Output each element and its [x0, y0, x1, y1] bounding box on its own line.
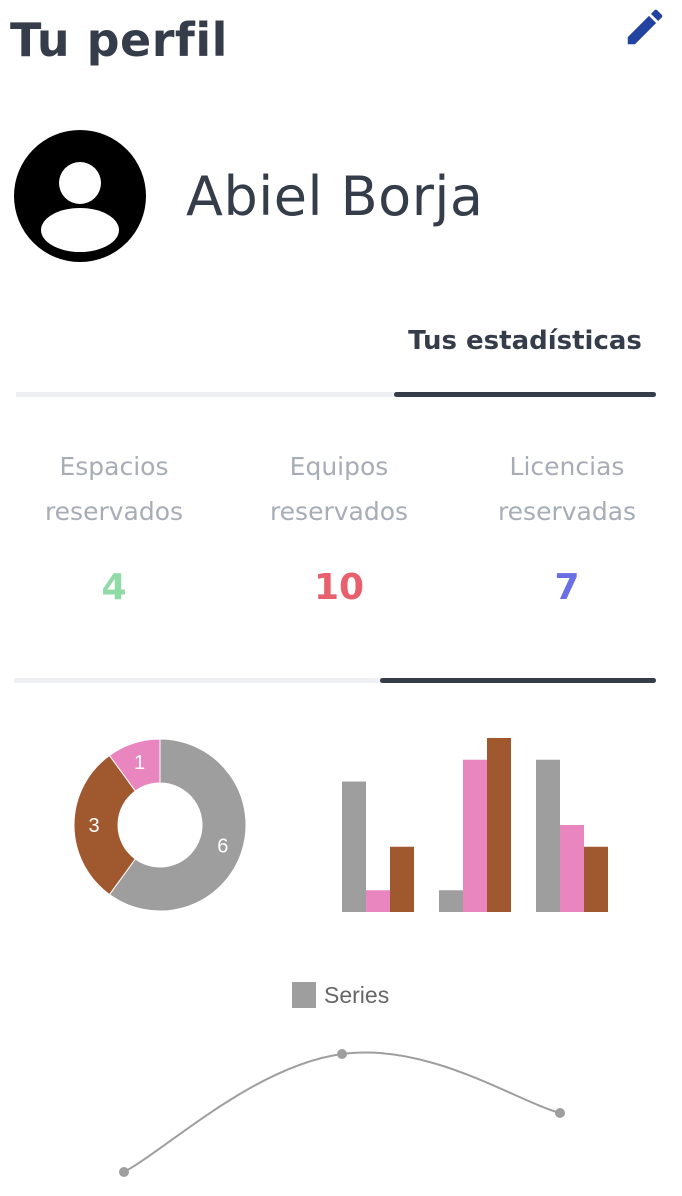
bar[interactable]: [366, 890, 390, 912]
page-title: Tu perfil: [10, 13, 228, 67]
line-point[interactable]: [555, 1108, 565, 1118]
stat-licenses-reserved: Licencias reservadas 7: [457, 444, 677, 612]
tab-statistics[interactable]: Tus estadísticas: [395, 322, 655, 360]
legend-label[interactable]: Series: [324, 980, 389, 1010]
stat-label-line: Espacios: [59, 452, 169, 481]
line-point[interactable]: [337, 1049, 347, 1059]
doughnut-chart: 6 3 1: [73, 738, 247, 912]
stat-value: 7: [554, 567, 580, 608]
pencil-icon: [627, 9, 663, 45]
charts-divider-active: [380, 678, 656, 683]
legend-swatch: [292, 982, 316, 1008]
bar[interactable]: [487, 738, 511, 912]
account-circle-icon: [14, 130, 146, 262]
stat-label-line: reservadas: [497, 497, 637, 526]
bar[interactable]: [560, 825, 584, 912]
stat-value: 10: [313, 567, 365, 608]
bar[interactable]: [463, 759, 487, 912]
edit-profile-button[interactable]: [622, 4, 668, 50]
line-point[interactable]: [119, 1167, 129, 1177]
bar[interactable]: [439, 890, 463, 912]
stat-spaces-reserved: Espacios reservados 4: [4, 444, 224, 612]
stat-value: 4: [101, 567, 127, 608]
bar[interactable]: [390, 846, 414, 912]
stat-label-line: reservados: [44, 497, 184, 526]
line-chart: [119, 1049, 565, 1177]
stat-label-line: Licencias: [509, 452, 625, 481]
stat-label-line: Equipos: [289, 452, 389, 481]
bar-chart: [342, 738, 608, 913]
donut-slice-label: 3: [88, 815, 99, 837]
bar[interactable]: [536, 759, 560, 912]
stat-equipment-reserved: Equipos reservados 10: [229, 444, 449, 612]
donut-slice-label: 1: [134, 752, 145, 774]
bar[interactable]: [342, 781, 366, 913]
stat-label-line: reservados: [269, 497, 409, 526]
active-tab-indicator: [394, 392, 656, 397]
line-series: [123, 1051, 561, 1173]
bar[interactable]: [584, 846, 608, 912]
user-name: Abiel Borja: [186, 165, 484, 228]
avatar: [14, 130, 146, 262]
donut-slice-label: 6: [217, 835, 228, 857]
